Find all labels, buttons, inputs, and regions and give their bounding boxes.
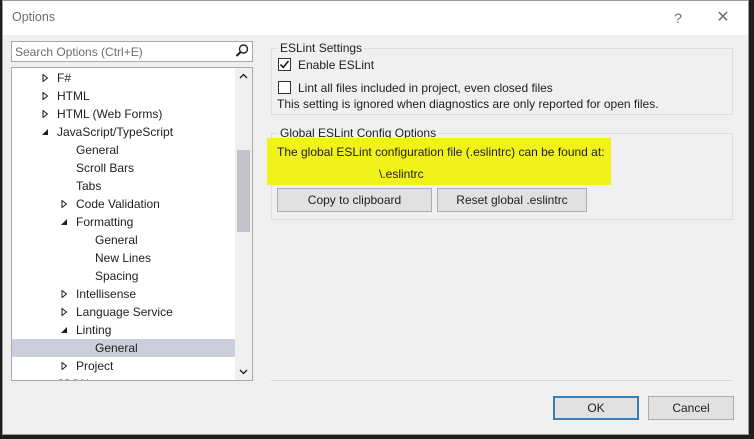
tree-item-label: Tabs: [76, 179, 102, 193]
scroll-down-button[interactable]: [235, 363, 252, 380]
tree-item-label: General: [95, 341, 138, 355]
title-bar: Options ? ✕: [3, 1, 748, 35]
footer-divider: [271, 380, 732, 381]
tree-item[interactable]: HTML (Web Forms): [12, 105, 235, 123]
collapsed-arrow-icon[interactable]: [60, 200, 68, 208]
lint-all-files-option[interactable]: Lint all files included in project, even…: [278, 81, 578, 97]
tree-item[interactable]: New Lines: [12, 249, 235, 267]
tree-item-label: JavaScript/TypeScript: [57, 125, 174, 139]
tree-item-label: Language Service: [76, 305, 173, 319]
collapsed-arrow-icon[interactable]: [41, 110, 49, 118]
tree-item-label: HTML: [57, 89, 90, 103]
collapsed-arrow-icon[interactable]: [41, 92, 49, 100]
tree-item-label: Formatting: [76, 215, 134, 229]
collapsed-arrow-icon[interactable]: [60, 290, 68, 298]
enable-eslint-label: Enable ESLint: [298, 58, 375, 72]
tree-item-label: Scroll Bars: [76, 161, 135, 175]
tree-item-label: F#: [57, 71, 72, 85]
chevron-down-icon: [239, 369, 248, 375]
tree-item[interactable]: Formatting: [12, 213, 235, 231]
tree-item-label: Intellisense: [76, 287, 137, 301]
collapsed-arrow-icon[interactable]: [60, 308, 68, 316]
window-title: Options: [12, 10, 56, 24]
tree-items: F# HTML HTML (Web Forms) JavaScript/TypeScr…: [12, 68, 235, 380]
options-tree[interactable]: F# HTML HTML (Web Forms) JavaScript/TypeScr…: [11, 67, 253, 381]
global-config-path: \.eslintrc: [379, 167, 424, 181]
options-dialog: Options ? ✕ F# HTML HTML (Web Forms) JavaSc…: [2, 0, 749, 435]
tree-item-label: JSON: [57, 375, 89, 380]
tree-item-label: Project: [76, 359, 114, 373]
help-button[interactable]: ?: [667, 7, 689, 29]
diagnostics-note: This setting is ignored when diagnostics…: [277, 97, 659, 111]
enable-eslint-option[interactable]: Enable ESLint: [278, 58, 578, 74]
search-box[interactable]: [11, 41, 253, 62]
tree-item-label: Linting: [76, 323, 112, 337]
ok-button[interactable]: OK: [553, 396, 639, 420]
tree-item[interactable]: Project: [12, 357, 235, 375]
lint-all-files-label: Lint all files included in project, even…: [298, 81, 553, 95]
tree-item[interactable]: General: [12, 339, 235, 357]
enable-eslint-checkbox[interactable]: [278, 58, 291, 71]
scroll-thumb[interactable]: [237, 150, 250, 232]
expanded-arrow-icon[interactable]: [60, 218, 68, 226]
expanded-arrow-icon[interactable]: [60, 326, 68, 334]
tree-item[interactable]: General: [12, 141, 235, 159]
tree-item[interactable]: General: [12, 231, 235, 249]
tree-item[interactable]: Linting: [12, 321, 235, 339]
close-button[interactable]: ✕: [712, 7, 734, 29]
eslint-settings-legend: ESLint Settings: [278, 41, 365, 55]
copy-to-clipboard-button[interactable]: Copy to clipboard: [277, 188, 432, 212]
global-config-description: The global ESLint configuration file (.e…: [277, 145, 605, 159]
collapsed-arrow-icon[interactable]: [60, 362, 68, 370]
lint-all-files-checkbox[interactable]: [278, 81, 291, 94]
tree-item-label: New Lines: [95, 251, 152, 265]
tree-item-label: General: [76, 143, 119, 157]
tree-item[interactable]: F#: [12, 69, 235, 87]
checkmark-icon: [279, 60, 290, 69]
tree-item[interactable]: Intellisense: [12, 285, 235, 303]
tree-item[interactable]: JavaScript/TypeScript: [12, 123, 235, 141]
chevron-up-icon: [239, 73, 248, 79]
search-icon[interactable]: [234, 43, 250, 59]
tree-item[interactable]: Scroll Bars: [12, 159, 235, 177]
collapsed-arrow-icon[interactable]: [41, 74, 49, 82]
reset-global-eslintrc-button[interactable]: Reset global .eslintrc: [437, 188, 587, 212]
tree-item-label: Spacing: [95, 269, 139, 283]
tree-item[interactable]: HTML: [12, 87, 235, 105]
tree-item[interactable]: Spacing: [12, 267, 235, 285]
tree-item[interactable]: Language Service: [12, 303, 235, 321]
search-input[interactable]: [15, 43, 230, 60]
tree-item[interactable]: JSON: [12, 375, 235, 380]
expanded-arrow-icon[interactable]: [41, 128, 49, 136]
scroll-up-button[interactable]: [235, 68, 252, 85]
tree-scrollbar[interactable]: [235, 68, 252, 380]
tree-item-label: General: [95, 233, 138, 247]
tree-item[interactable]: Tabs: [12, 177, 235, 195]
cancel-button[interactable]: Cancel: [648, 396, 734, 420]
tree-item-label: Code Validation: [76, 197, 160, 211]
tree-item-label: HTML (Web Forms): [57, 107, 163, 121]
tree-item[interactable]: Code Validation: [12, 195, 235, 213]
